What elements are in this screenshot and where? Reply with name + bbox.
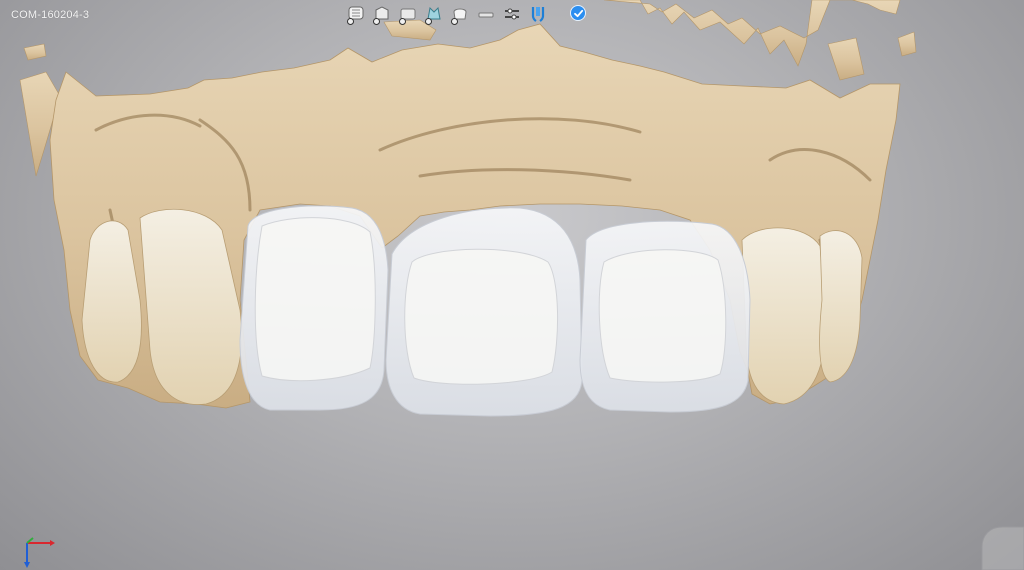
- visibility-toggle[interactable]: [451, 18, 458, 25]
- natural-teeth-right: [741, 227, 863, 405]
- visibility-toggle[interactable]: [399, 18, 406, 25]
- crown-shell-icon[interactable]: [398, 4, 418, 25]
- natural-teeth-left: [81, 208, 243, 405]
- sliders-icon[interactable]: [502, 4, 522, 24]
- axis-triad: [24, 537, 55, 568]
- visibility-toggle[interactable]: [373, 18, 380, 25]
- model-visibility-toolbar: [346, 3, 548, 25]
- view-cube[interactable]: [976, 521, 1024, 570]
- jaw-model-icon[interactable]: [346, 4, 366, 25]
- y-axis-arrow: [24, 562, 30, 568]
- restoration-icon[interactable]: [450, 4, 470, 25]
- confirm-button[interactable]: [570, 5, 586, 21]
- visibility-toggle[interactable]: [425, 18, 432, 25]
- visibility-toggle[interactable]: [347, 18, 354, 25]
- prep-model-icon[interactable]: [372, 4, 392, 25]
- checkmark-icon: [573, 9, 583, 17]
- x-axis-arrow: [50, 540, 55, 546]
- case-title: COM-160204-3: [11, 9, 90, 21]
- pontic-icon[interactable]: [476, 4, 496, 24]
- implant-icon[interactable]: [528, 4, 548, 24]
- dental-scene[interactable]: [0, 0, 1024, 570]
- 3d-viewport[interactable]: COM-160204-3: [0, 0, 1024, 570]
- antagonist-icon[interactable]: [424, 4, 444, 25]
